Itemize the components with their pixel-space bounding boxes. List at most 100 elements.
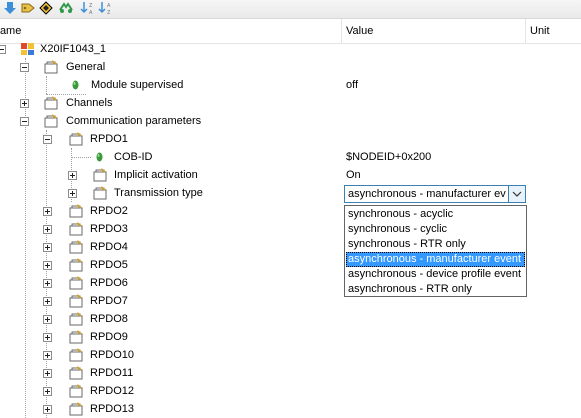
tree-label: RPDO2 (90, 205, 128, 217)
expand-toggle[interactable] (43, 297, 52, 306)
toolbar-down-arrow-icon[interactable] (2, 1, 18, 15)
expand-toggle[interactable] (43, 387, 52, 396)
transmission-type-dropdown: synchronous - acyclic synchronous - cycli… (344, 205, 527, 297)
tree-label: RPDO10 (90, 349, 135, 361)
expand-toggle[interactable] (68, 171, 77, 180)
tree-row-rpdo11[interactable]: RPDO11 (0, 364, 581, 382)
collapse-toggle[interactable] (20, 117, 29, 126)
tree-row-rpdo8[interactable]: RPDO8 (0, 310, 581, 328)
tree-row-channels[interactable]: Channels (0, 94, 581, 112)
expand-toggle[interactable] (20, 99, 29, 108)
tree-row-rpdo13[interactable]: RPDO13 (0, 400, 581, 418)
expand-toggle[interactable] (43, 351, 52, 360)
dropdown-option[interactable]: synchronous - acyclic (346, 207, 525, 222)
tree-row-communication-parameters[interactable]: Communication parameters (0, 112, 581, 130)
dropdown-option[interactable]: synchronous - RTR only (346, 237, 525, 252)
tree-row-rpdo9[interactable]: RPDO9 (0, 328, 581, 346)
parameter-icon (72, 80, 79, 90)
tree-row-cob-id[interactable]: COB-ID $NODEID+0x200 (0, 148, 581, 166)
column-header-name[interactable]: Name (0, 25, 21, 37)
expand-toggle[interactable] (43, 315, 52, 324)
expand-toggle[interactable] (68, 189, 77, 198)
tree-label: RPDO1 (90, 133, 128, 145)
tree-label: RPDO3 (90, 223, 128, 235)
tree-row-general[interactable]: General (0, 58, 581, 76)
tree-row-implicit-activation[interactable]: Implicit activation On (0, 166, 581, 184)
expand-toggle[interactable] (43, 261, 52, 270)
tree-label: RPDO6 (90, 277, 128, 289)
toolbar: ZA AZ (0, 0, 581, 19)
collapse-toggle[interactable] (0, 45, 6, 54)
toolbar-sort-asc-icon[interactable]: AZ (98, 1, 114, 15)
tree-row-root[interactable]: X20IF1043_1 (0, 40, 581, 58)
collapse-toggle[interactable] (43, 135, 52, 144)
tree-label: RPDO9 (90, 331, 128, 343)
value-cell[interactable]: On (346, 169, 361, 181)
dropdown-option[interactable]: asynchronous - RTR only (346, 282, 525, 297)
tree-label: Communication parameters (66, 115, 202, 127)
expand-toggle[interactable] (43, 243, 52, 252)
value-cell[interactable]: $NODEID+0x200 (346, 151, 431, 163)
folder-icon (68, 204, 84, 218)
folder-icon (43, 96, 59, 110)
folder-icon (68, 384, 84, 398)
folder-icon (68, 276, 84, 290)
tree-label: RPDO12 (90, 385, 135, 397)
toolbar-sort-desc-icon[interactable]: ZA (80, 1, 96, 15)
tree-label: RPDO11 (90, 367, 134, 379)
folder-icon (92, 186, 108, 200)
expand-toggle[interactable] (43, 369, 52, 378)
svg-text:A: A (107, 3, 111, 9)
tree-row-rpdo10[interactable]: RPDO10 (0, 346, 581, 364)
toolbar-tag-icon[interactable] (20, 1, 36, 15)
folder-icon (68, 312, 84, 326)
tree-label: RPDO4 (90, 241, 128, 253)
combobox-value: asynchronous - manufacturer ev (348, 188, 506, 200)
expand-toggle[interactable] (43, 279, 52, 288)
tree-label: Transmission type (114, 187, 203, 199)
tree-label: RPDO7 (90, 295, 128, 307)
folder-icon (43, 114, 59, 128)
transmission-type-combobox[interactable]: asynchronous - manufacturer ev (344, 185, 526, 203)
folder-icon (68, 348, 84, 362)
svg-text:Z: Z (89, 3, 93, 9)
svg-text:A: A (89, 10, 93, 15)
folder-icon (68, 132, 84, 146)
column-header-unit[interactable]: Unit (530, 25, 550, 37)
toolbar-diamond-icon[interactable] (38, 1, 54, 15)
dropdown-option[interactable]: asynchronous - manufacturer event (346, 252, 525, 267)
folder-icon (43, 60, 59, 74)
folder-icon (68, 330, 84, 344)
folder-icon (68, 402, 84, 416)
expand-toggle[interactable] (43, 207, 52, 216)
expand-toggle[interactable] (43, 333, 52, 342)
folder-icon (68, 294, 84, 308)
collapse-toggle[interactable] (20, 63, 29, 72)
toolbar-link-icon[interactable] (58, 1, 74, 15)
expand-toggle[interactable] (43, 405, 52, 414)
dropdown-option[interactable]: asynchronous - device profile event (346, 267, 525, 282)
tree-label: General (66, 61, 106, 73)
tree-row-module-supervised[interactable]: Module supervised off (0, 76, 581, 94)
folder-icon (92, 168, 108, 182)
expand-toggle[interactable] (43, 225, 52, 234)
parameter-icon (96, 152, 103, 162)
tree-label: COB-ID (114, 151, 153, 163)
tree-label: Implicit activation (114, 169, 198, 181)
folder-icon (68, 240, 84, 254)
dropdown-button[interactable] (508, 186, 525, 202)
module-icon (20, 42, 36, 56)
tree-row-rpdo12[interactable]: RPDO12 (0, 382, 581, 400)
tree-row-rpdo1[interactable]: RPDO1 (0, 130, 581, 148)
tree-label: Channels (66, 97, 113, 109)
column-header-value[interactable]: Value (346, 25, 373, 37)
dropdown-option[interactable]: synchronous - cyclic (346, 222, 525, 237)
folder-icon (68, 222, 84, 236)
svg-text:Z: Z (107, 10, 111, 15)
folder-icon (68, 366, 84, 380)
tree-label: RPDO13 (90, 403, 135, 415)
tree-label: X20IF1043_1 (40, 43, 107, 55)
tree-label: RPDO5 (90, 259, 128, 271)
tree-label: Module supervised (91, 79, 184, 91)
value-cell[interactable]: off (346, 79, 358, 91)
